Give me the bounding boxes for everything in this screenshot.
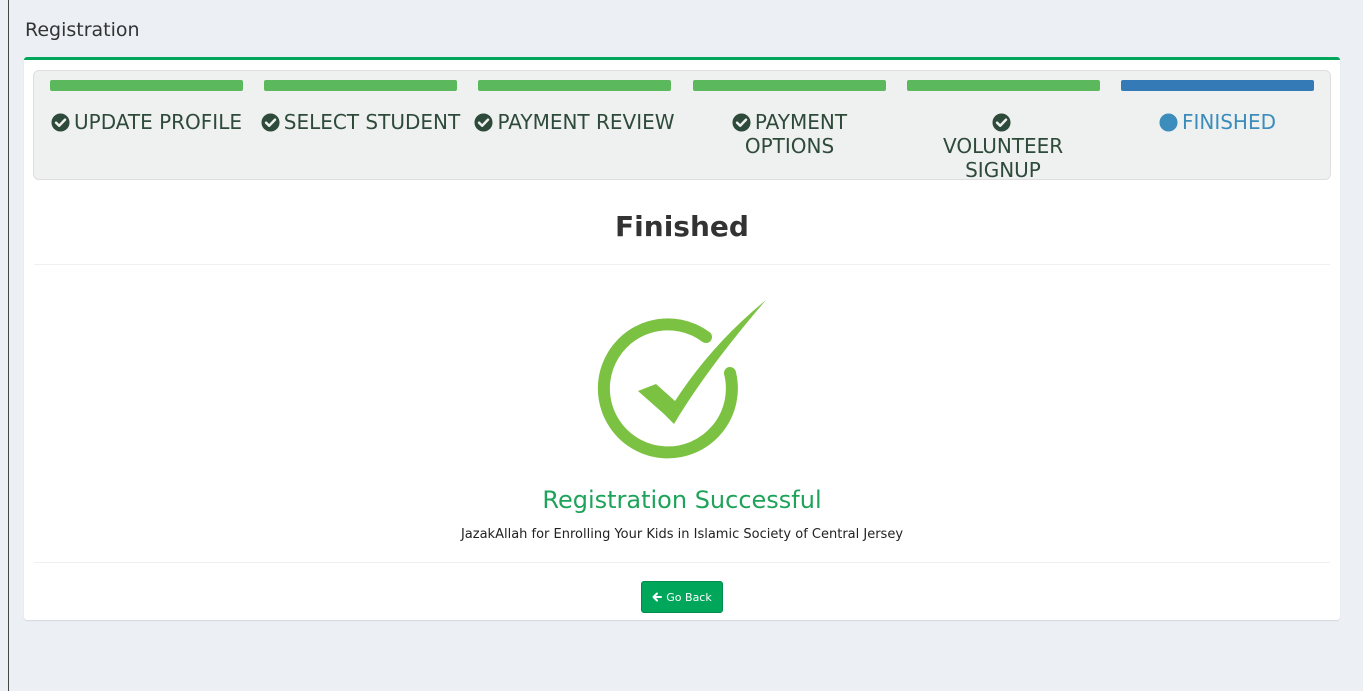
step-label: PAYMENT OPTIONS <box>744 110 848 158</box>
step-label: FINISHED <box>1181 110 1277 134</box>
arrow-left-icon <box>652 592 663 602</box>
success-title: Registration Successful <box>542 486 822 514</box>
step-bar <box>50 80 243 91</box>
step-bar <box>1121 80 1314 91</box>
step-bar <box>478 80 671 91</box>
check-circle-icon <box>51 113 70 132</box>
check-circle-icon <box>474 113 493 132</box>
step-payment-review[interactable]: PAYMENT REVIEW <box>474 80 675 175</box>
step-label: PAYMENT REVIEW <box>497 110 675 134</box>
step-bar <box>693 80 886 91</box>
go-back-button[interactable]: Go Back <box>641 581 723 613</box>
success-message: JazakAllah for Enrolling Your Kids in Is… <box>460 527 904 542</box>
left-border <box>8 0 9 691</box>
registration-box: UPDATE PROFILE SELECT STUDENT PAYMENT RE… <box>24 57 1340 620</box>
go-back-label: Go Back <box>666 590 712 604</box>
step-finished[interactable]: FINISHED <box>1121 80 1314 175</box>
dot-circle-icon <box>1159 113 1178 132</box>
divider <box>34 562 1330 563</box>
step-label: UPDATE PROFILE <box>74 110 242 134</box>
finished-heading: Finished <box>615 210 749 243</box>
wizard-progress: UPDATE PROFILE SELECT STUDENT PAYMENT RE… <box>33 70 1331 182</box>
step-update-profile[interactable]: UPDATE PROFILE <box>50 80 243 175</box>
big-check-icon <box>597 300 766 459</box>
divider <box>34 264 1330 265</box>
step-label: SELECT STUDENT <box>283 110 461 134</box>
page-title: Registration <box>25 19 140 41</box>
check-circle-icon <box>991 113 1011 132</box>
check-circle-icon <box>732 113 751 132</box>
step-bar <box>264 80 457 91</box>
step-bar <box>907 80 1100 91</box>
step-volunteer-signup[interactable]: VOLUNTEER SIGNUP <box>907 80 1100 182</box>
check-circle-icon <box>261 113 280 132</box>
step-select-student[interactable]: SELECT STUDENT <box>261 80 461 175</box>
step-label: VOLUNTEER SIGNUP <box>943 134 1064 182</box>
step-payment-options[interactable]: PAYMENT OPTIONS <box>693 80 886 175</box>
